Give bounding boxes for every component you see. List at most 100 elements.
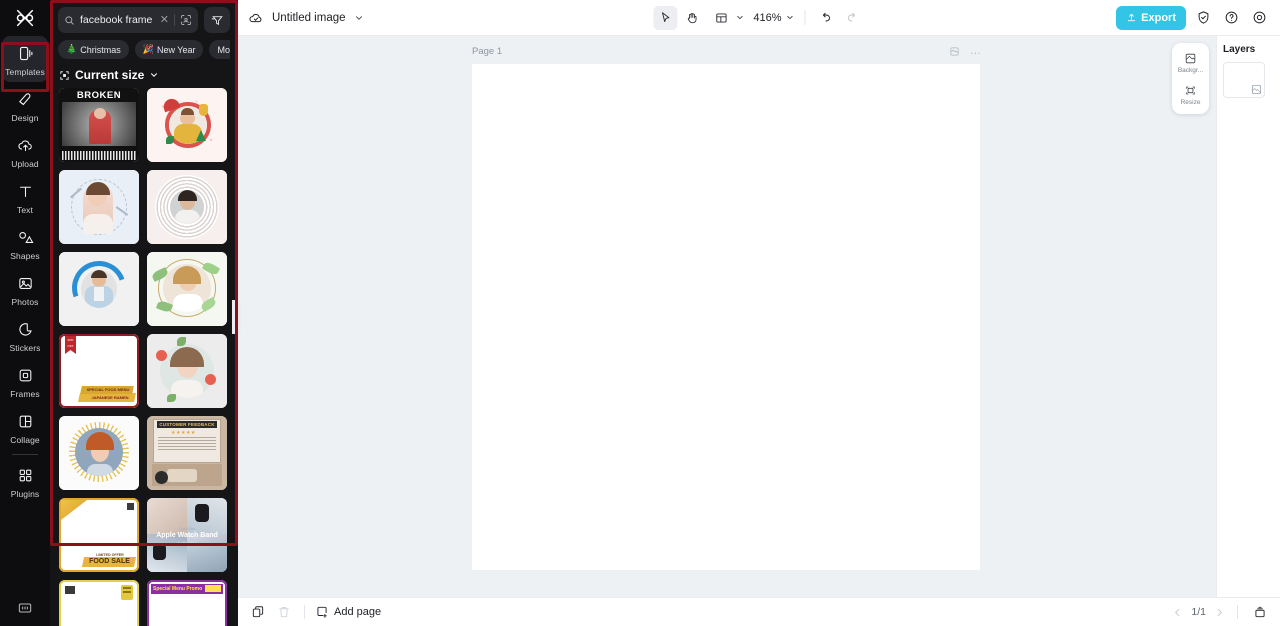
- sidebar-item-templates[interactable]: Templates: [2, 36, 48, 82]
- party-popper-icon: 🎉: [143, 44, 154, 55]
- template-card[interactable]: [59, 416, 139, 490]
- duplicate-page-button[interactable]: [248, 602, 268, 622]
- undo-button[interactable]: [814, 6, 838, 30]
- sidebar-item-frames[interactable]: Frames: [2, 358, 48, 404]
- layout-tool-button[interactable]: [707, 6, 746, 30]
- canvas-floating-toolbar: Backgr... Resize: [1172, 43, 1209, 114]
- sidebar-item-label: Shapes: [10, 251, 39, 261]
- page-header-bar: Page 1 …: [472, 43, 982, 59]
- layer-item[interactable]: [1223, 62, 1265, 98]
- template-card[interactable]: 20% OFF SPECIAL FOOD MENU JAPANESE RAMEN: [59, 334, 139, 408]
- zoom-control[interactable]: 416%: [749, 12, 796, 24]
- close-icon[interactable]: ✕: [160, 15, 169, 26]
- template-card[interactable]: BROKEN: [59, 88, 139, 162]
- templates-grid: BROKEN: [50, 88, 238, 626]
- chevron-down-icon: [735, 13, 744, 22]
- shield-check-icon[interactable]: [1192, 7, 1214, 29]
- canvas-tools: 416%: [653, 6, 864, 30]
- text-icon: [14, 180, 36, 202]
- redo-icon: [846, 11, 860, 25]
- bottom-divider: [304, 605, 305, 619]
- sidebar-item-design[interactable]: Design: [2, 82, 48, 128]
- template-card[interactable]: [59, 252, 139, 326]
- panel-toggle-icon[interactable]: [17, 600, 33, 616]
- bottom-divider: [1237, 605, 1238, 619]
- templates-panel: facebook frame ✕: [50, 0, 238, 626]
- export-button[interactable]: Export: [1116, 6, 1186, 30]
- resize-tool[interactable]: Resize: [1174, 80, 1207, 109]
- page-background-icon[interactable]: [949, 46, 960, 57]
- chevron-down-icon: [786, 13, 795, 22]
- templates-panel-header: facebook frame ✕: [50, 0, 238, 59]
- search-icon: [64, 15, 75, 26]
- template-card[interactable]: [147, 170, 227, 244]
- chevron-down-icon[interactable]: [354, 13, 364, 23]
- background-tool[interactable]: Backgr...: [1174, 48, 1207, 77]
- layers-panel-title: Layers: [1223, 44, 1274, 55]
- section-title: Current size: [75, 68, 144, 82]
- canvas-stage[interactable]: Page 1 … Backgr...: [238, 36, 1216, 597]
- more-options-icon[interactable]: …: [970, 48, 982, 54]
- chip-christmas[interactable]: 🎄 Christmas: [58, 40, 129, 59]
- template-card[interactable]: CUSTOMER FEEDBACK ★★★★★: [147, 416, 227, 490]
- template-card[interactable]: [147, 334, 227, 408]
- sidebar-item-stickers[interactable]: Stickers: [2, 312, 48, 358]
- delete-page-button[interactable]: [274, 602, 294, 622]
- redo-button[interactable]: [841, 6, 865, 30]
- app-logo[interactable]: [0, 0, 50, 36]
- template-card[interactable]: Great Like Apple Watch Band Collection: [147, 498, 227, 572]
- search-input-value: facebook frame: [80, 14, 155, 26]
- panel-collapse-handle[interactable]: [232, 300, 241, 334]
- sidebar-item-text[interactable]: Text: [2, 174, 48, 220]
- template-card[interactable]: [59, 170, 139, 244]
- rail-bottom-area: [0, 600, 50, 616]
- sidebar-item-label: Upload: [11, 159, 39, 169]
- resize-tool-label: Resize: [1181, 99, 1201, 106]
- page-navigation: 1/1: [1172, 602, 1270, 622]
- template-card[interactable]: LIMITED OFFER FOOD SALE: [59, 498, 139, 572]
- handle-bar: [236, 312, 238, 323]
- collage-icon: [14, 410, 36, 432]
- sidebar-item-label: Collage: [10, 435, 40, 445]
- sidebar-item-upload[interactable]: Upload: [2, 128, 48, 174]
- design-icon: [14, 88, 36, 110]
- template-card[interactable]: [59, 580, 139, 626]
- template-card[interactable]: Special Menu Promo: [147, 580, 227, 626]
- page-header-actions: …: [949, 46, 982, 57]
- current-size-section-header[interactable]: Current size: [50, 59, 238, 88]
- templates-icon: [14, 42, 36, 64]
- bottom-toolbar: Add page 1/1: [238, 597, 1280, 626]
- canvas-page[interactable]: [472, 64, 980, 570]
- resize-icon: [1184, 84, 1197, 97]
- toolbar-right-group: Export: [1116, 6, 1270, 30]
- add-page-button[interactable]: Add page: [315, 605, 381, 619]
- help-question-icon[interactable]: [1220, 7, 1242, 29]
- select-tool-button[interactable]: [653, 6, 677, 30]
- sidebar-item-collage[interactable]: Collage: [2, 404, 48, 450]
- sidebar-item-label: Frames: [10, 389, 39, 399]
- hand-tool-button[interactable]: [680, 6, 704, 30]
- chip-most-popular[interactable]: Mos: [209, 40, 230, 59]
- frames-icon: [14, 364, 36, 386]
- sidebar-item-photos[interactable]: Photos: [2, 266, 48, 312]
- hand-icon: [685, 11, 699, 25]
- pages-panel-icon[interactable]: [1250, 602, 1270, 622]
- template-card[interactable]: [147, 88, 227, 162]
- sidebar-item-shapes[interactable]: Shapes: [2, 220, 48, 266]
- chip-new-year[interactable]: 🎉 New Year: [135, 40, 204, 59]
- chevron-left-icon[interactable]: [1172, 607, 1183, 618]
- settings-gear-icon[interactable]: [1248, 7, 1270, 29]
- background-tool-label: Backgr...: [1178, 67, 1203, 74]
- chevron-right-icon[interactable]: [1214, 607, 1225, 618]
- sidebar-item-label: Stickers: [9, 343, 40, 353]
- image-scan-icon[interactable]: [180, 14, 192, 26]
- search-input[interactable]: facebook frame ✕: [58, 7, 198, 33]
- template-card[interactable]: [147, 252, 227, 326]
- chevron-down-icon: [149, 70, 159, 80]
- sidebar-item-plugins[interactable]: Plugins: [2, 458, 48, 504]
- filter-button[interactable]: [204, 7, 230, 33]
- search-divider: [174, 14, 175, 26]
- search-row: facebook frame ✕: [58, 7, 230, 33]
- shapes-icon: [14, 226, 36, 248]
- document-title[interactable]: Untitled image: [248, 10, 364, 26]
